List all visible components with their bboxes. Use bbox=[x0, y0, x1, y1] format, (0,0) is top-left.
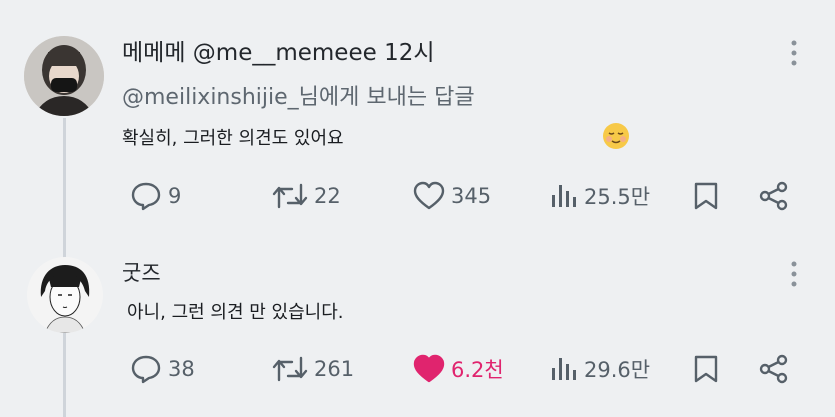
views-count: 29.6만 bbox=[584, 358, 651, 382]
like-icon bbox=[413, 181, 445, 211]
repost-icon bbox=[272, 354, 308, 384]
post-header: 굿즈 bbox=[122, 257, 161, 287]
repost-icon bbox=[272, 181, 308, 211]
reply-button[interactable]: 9 bbox=[130, 178, 181, 214]
more-icon[interactable] bbox=[790, 261, 798, 287]
action-bar: 9 22 345 25.5만 bbox=[0, 178, 835, 214]
post-header: 메메메 @me__memeee 12시 bbox=[122, 33, 435, 67]
avatar[interactable] bbox=[27, 257, 103, 333]
share-icon bbox=[758, 354, 790, 384]
like-count: 345 bbox=[451, 184, 492, 208]
reply-count: 9 bbox=[168, 184, 182, 208]
views-icon bbox=[550, 181, 578, 211]
bookmark-button[interactable] bbox=[693, 351, 719, 387]
action-bar: 38 261 6.2천 29.6만 bbox=[0, 351, 835, 387]
reply-icon bbox=[130, 354, 162, 384]
like-count: 6.2천 bbox=[451, 358, 504, 382]
repost-button[interactable]: 261 bbox=[272, 351, 354, 387]
bookmark-icon bbox=[693, 181, 719, 211]
relieved-face-emoji bbox=[601, 121, 631, 151]
views-button[interactable]: 29.6만 bbox=[550, 351, 650, 387]
share-icon bbox=[758, 181, 790, 211]
like-icon bbox=[413, 354, 445, 384]
replying-to-label[interactable]: @meilixinshijie_님에게 보내는 답글 bbox=[122, 79, 475, 111]
user-handle[interactable]: @me__memeee bbox=[193, 40, 377, 66]
like-button[interactable]: 6.2천 bbox=[413, 351, 504, 387]
bookmark-button[interactable] bbox=[693, 178, 719, 214]
post-text: 확실히, 그러한 의견도 있어요 bbox=[122, 128, 344, 149]
display-name[interactable]: 굿즈 bbox=[122, 261, 161, 285]
post-time[interactable]: 12시 bbox=[384, 40, 434, 66]
views-button[interactable]: 25.5만 bbox=[550, 178, 650, 214]
views-count: 25.5만 bbox=[584, 185, 651, 209]
more-icon[interactable] bbox=[790, 40, 798, 66]
reply-icon bbox=[130, 181, 162, 211]
repost-button[interactable]: 22 bbox=[272, 178, 341, 214]
display-name[interactable]: 메메메 bbox=[122, 40, 185, 66]
reply-count: 38 bbox=[168, 357, 195, 381]
reply-button[interactable]: 38 bbox=[130, 351, 195, 387]
like-button[interactable]: 345 bbox=[413, 178, 491, 214]
post-text: 아니, 그런 의견 만 있습니다. bbox=[127, 302, 344, 323]
share-button[interactable] bbox=[758, 178, 790, 214]
avatar[interactable] bbox=[24, 36, 104, 116]
repost-count: 261 bbox=[314, 357, 355, 381]
share-button[interactable] bbox=[758, 351, 790, 387]
bookmark-icon bbox=[693, 354, 719, 384]
repost-count: 22 bbox=[314, 184, 341, 208]
views-icon bbox=[550, 354, 578, 384]
